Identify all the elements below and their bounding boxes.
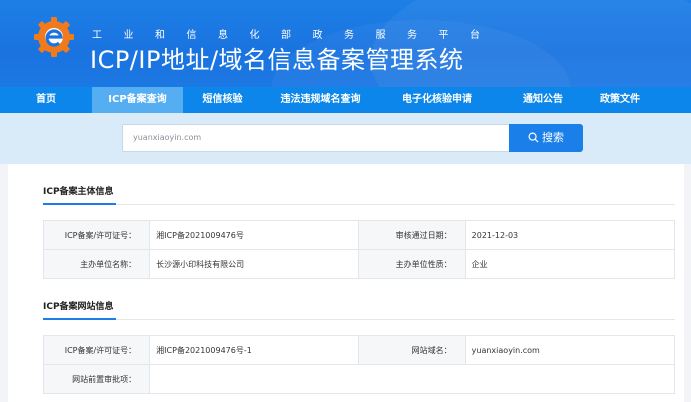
- table-row: 主办单位名称： 长沙源小印科技有限公司 主办单位性质： 企业: [42, 249, 676, 279]
- nav-item-illegal-domain-query[interactable]: 违法违规域名查询: [262, 87, 379, 113]
- search-input[interactable]: yuanxiaoyin.com: [122, 124, 510, 152]
- site-icp-license-label: ICP备案/许可证号：: [42, 335, 151, 365]
- icp-license-label: ICP备案/许可证号：: [42, 220, 151, 250]
- table-row: 网站前置审批项：: [42, 364, 675, 394]
- domain-label: 网站域名：: [358, 335, 466, 365]
- pre-approval-value: [149, 364, 675, 394]
- section-title-underline: [43, 203, 116, 205]
- nav-item-home[interactable]: 首页: [0, 87, 92, 113]
- table-row: ICP备案/许可证号： 湘ICP备2021009476号 审核通过日期： 202…: [42, 220, 676, 250]
- pre-approval-label: 网站前置审批项：: [42, 364, 151, 394]
- header-subtitle: 工业和信息化部政务服务平台: [92, 30, 502, 41]
- section-divider: [43, 204, 675, 205]
- organizer-name-label: 主办单位名称：: [42, 249, 151, 279]
- nav-item-notices[interactable]: 通知公告: [495, 87, 591, 113]
- section-divider: [43, 319, 675, 320]
- organizer-type-value: 企业: [464, 249, 676, 279]
- gear-e-logo-icon: [34, 17, 74, 57]
- approval-date-value: 2021-12-03: [464, 220, 676, 250]
- organizer-type-label: 主办单位性质：: [358, 249, 466, 279]
- result-panel: ICP备案主体信息 ICP备案/许可证号： 湘ICP备2021009476号 审…: [8, 164, 684, 402]
- website-section-title: ICP备案网站信息: [43, 302, 114, 312]
- main-nav: 首页 ICP备案查询 短信核验 违法违规域名查询 电子化核验申请 通知公告 政策…: [0, 87, 691, 113]
- search-icon: [528, 132, 539, 143]
- organizer-name-value: 长沙源小印科技有限公司: [149, 249, 360, 279]
- search-bar: yuanxiaoyin.com 搜索: [0, 113, 691, 164]
- subject-section-title: ICP备案主体信息: [43, 187, 114, 197]
- nav-item-sms-verify[interactable]: 短信核验: [183, 87, 262, 113]
- nav-item-icp-query[interactable]: ICP备案查询: [92, 87, 183, 113]
- page-title: ICP/IP地址/域名信息备案管理系统: [90, 46, 464, 74]
- approval-date-label: 审核通过日期：: [358, 220, 466, 250]
- domain-value: yuanxiaoyin.com: [464, 335, 676, 365]
- section-title-underline: [43, 318, 116, 320]
- search-button[interactable]: 搜索: [509, 124, 583, 152]
- site-header: 工业和信息化部政务服务平台 ICP/IP地址/域名信息备案管理系统: [0, 0, 691, 87]
- subject-info-table: ICP备案/许可证号： 湘ICP备2021009476号 审核通过日期： 202…: [42, 220, 676, 279]
- nav-item-policy-docs[interactable]: 政策文件: [591, 87, 649, 113]
- site-icp-license-value: 湘ICP备2021009476号-1: [149, 335, 360, 365]
- icp-license-value: 湘ICP备2021009476号: [149, 220, 360, 250]
- nav-item-e-verify-apply[interactable]: 电子化核验申请: [379, 87, 495, 113]
- table-row: ICP备案/许可证号： 湘ICP备2021009476号-1 网站域名： yua…: [42, 335, 676, 365]
- search-button-label: 搜索: [542, 131, 564, 144]
- website-info-table: ICP备案/许可证号： 湘ICP备2021009476号-1 网站域名： yua…: [42, 335, 676, 394]
